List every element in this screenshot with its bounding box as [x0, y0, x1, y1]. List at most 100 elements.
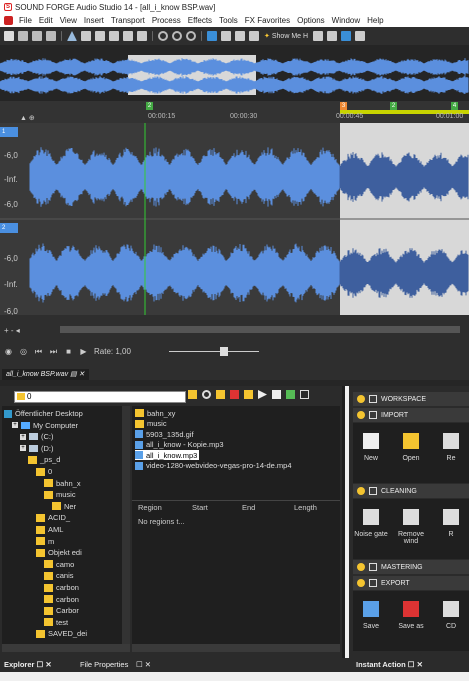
action-button-cd[interactable]: CD [433, 601, 469, 630]
tree-node[interactable]: camo [44, 559, 74, 570]
tree-vertical-scrollbar[interactable] [122, 406, 130, 644]
tree-scrollbar[interactable] [2, 644, 130, 652]
col-length[interactable]: Length [294, 503, 317, 512]
tree-node[interactable]: Ner [52, 501, 76, 512]
play-button[interactable]: ▶ [79, 347, 88, 356]
action-button-remove-wind[interactable]: Remove wind [393, 509, 429, 545]
instant-action-tab[interactable]: Instant Action ☐ ✕ [356, 660, 423, 669]
go-start-button[interactable]: ⏮ [34, 347, 43, 356]
regions-scrollbar[interactable] [132, 644, 340, 652]
ruler-icon[interactable]: ▲ ⊕ [20, 114, 35, 122]
marker-3[interactable]: 3 [340, 102, 347, 110]
tree-node[interactable]: m [36, 536, 54, 547]
menu-process[interactable]: Process [152, 16, 181, 25]
section-mastering[interactable]: MASTERING [353, 560, 469, 574]
redo-icon[interactable] [172, 31, 182, 41]
expand-icon[interactable]: + [12, 422, 18, 429]
waveform-overview[interactable] [0, 45, 469, 101]
col-end[interactable]: End [242, 503, 255, 512]
tree-node[interactable]: + (D:) [20, 443, 54, 454]
favorites-icon[interactable] [244, 390, 253, 399]
tree-node[interactable]: music [44, 489, 76, 500]
file-item[interactable]: all_i_know - Kopie.mp3 [135, 440, 224, 450]
stop-icon[interactable] [272, 390, 281, 399]
col-region[interactable]: Region [138, 503, 162, 512]
tree-node[interactable]: + My Computer [12, 420, 78, 431]
menu-insert[interactable]: Insert [84, 16, 104, 25]
menu-fx-favorites[interactable]: FX Favorites [245, 16, 290, 25]
loop-button[interactable]: ◎ [19, 347, 28, 356]
section-import[interactable]: IMPORT [353, 408, 469, 422]
file-item[interactable]: bahn_xy [135, 408, 175, 418]
settings-icon[interactable] [313, 31, 324, 41]
new-folder-icon[interactable] [216, 390, 225, 399]
cut-icon[interactable] [67, 31, 77, 41]
mix-icon[interactable] [109, 31, 119, 41]
menu-options[interactable]: Options [297, 16, 325, 25]
section-cleaning[interactable]: CLEANING [353, 484, 469, 498]
zoom-controls[interactable]: + - ◂ [4, 326, 20, 335]
play-all-icon[interactable] [355, 31, 366, 41]
tree-node[interactable]: 0 [36, 466, 52, 477]
tree-node[interactable]: ACID_ [36, 512, 70, 523]
time-ruler[interactable]: 2 3 2 4 00:00:15 00:00:30 00:00:45 00:01… [0, 101, 469, 123]
document-tab[interactable]: all_i_know BSP.wav ▤ ✕ [2, 369, 89, 380]
file-properties-tab[interactable]: File Properties [80, 660, 128, 669]
action-button-noise-gate[interactable]: Noise gate [353, 509, 389, 538]
delete-icon[interactable] [230, 390, 239, 399]
record-icon[interactable] [327, 31, 338, 41]
envelope-tool-icon[interactable] [249, 31, 259, 41]
new-file-icon[interactable] [4, 31, 14, 41]
menu-edit[interactable]: Edit [39, 16, 53, 25]
menu-view[interactable]: View [60, 16, 77, 25]
open-icon[interactable] [18, 31, 28, 41]
file-item[interactable]: 5903_135d.gif [135, 429, 194, 439]
channel-1-header[interactable]: 1 [0, 127, 18, 137]
tree-node[interactable]: AML [36, 524, 63, 535]
paste-icon[interactable] [95, 31, 105, 41]
menu-effects[interactable]: Effects [188, 16, 212, 25]
go-end-button[interactable]: ⏭ [49, 347, 58, 356]
tree-node[interactable]: canis [44, 570, 74, 581]
show-me-how-button[interactable]: ✦ Show Me H [264, 32, 308, 41]
path-combo[interactable]: 0 [14, 391, 186, 403]
explorer-tab[interactable]: Explorer ☐ ✕ [4, 660, 52, 669]
file-item[interactable]: all_i_know.mp3 [135, 450, 200, 460]
edit-tool-icon[interactable] [207, 31, 217, 41]
action-button-open[interactable]: Open [393, 433, 429, 462]
section-workspace[interactable]: WORKSPACE [353, 392, 469, 406]
app-menu-icon[interactable] [4, 16, 13, 25]
refresh-icon[interactable] [202, 390, 211, 399]
repeat-icon[interactable] [186, 31, 196, 41]
rate-slider-thumb[interactable] [220, 347, 228, 356]
section-export[interactable]: EXPORT [353, 576, 469, 590]
tree-node[interactable]: Öffentlicher Desktop [4, 408, 83, 419]
action-button-r[interactable]: R [433, 509, 469, 538]
expand-icon[interactable]: + [20, 445, 26, 452]
magnify-tool-icon[interactable] [221, 31, 231, 41]
tree-node[interactable]: Objekt edi [36, 547, 82, 558]
record-button[interactable]: ◉ [4, 347, 13, 356]
menu-file[interactable]: File [19, 16, 32, 25]
horizontal-scrollbar[interactable] [60, 326, 460, 333]
copy-icon[interactable] [81, 31, 91, 41]
auto-play-icon[interactable] [286, 390, 295, 399]
action-button-save[interactable]: Save [353, 601, 389, 630]
menu-window[interactable]: Window [332, 16, 360, 25]
view-icon[interactable] [300, 390, 309, 399]
rate-slider[interactable] [169, 351, 259, 352]
file-properties-close[interactable]: ☐ ✕ [136, 660, 151, 669]
save-all-icon[interactable] [46, 31, 56, 41]
save-icon[interactable] [32, 31, 42, 41]
menu-help[interactable]: Help [367, 16, 383, 25]
tree-node[interactable]: test [44, 617, 68, 628]
wave-editor[interactable]: 1 2 -6,0 -Inf. -6,0 -6,0 -Inf. -6,0 + - … [0, 123, 469, 338]
tree-node[interactable]: SAVED_dei [36, 628, 87, 639]
menu-transport[interactable]: Transport [111, 16, 145, 25]
marker-4[interactable]: 4 [451, 102, 458, 110]
loop-icon[interactable] [341, 31, 352, 41]
marker-2b[interactable]: 2 [390, 102, 397, 110]
tree-node[interactable]: bahn_x [44, 478, 81, 489]
menu-tools[interactable]: Tools [219, 16, 238, 25]
action-button-save-as[interactable]: Save as [393, 601, 429, 630]
